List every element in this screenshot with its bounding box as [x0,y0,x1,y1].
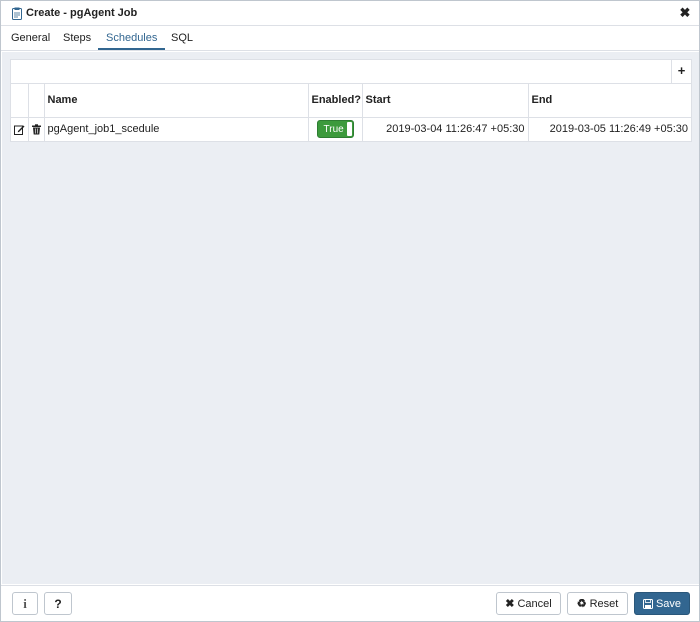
table-row: pgAgent_job1_scedule True 2019-03-04 11:… [11,117,691,141]
edit-column-header [11,84,29,118]
schedules-grid: + Name Enabled? Start End pgAgent_job1_s… [10,59,692,142]
save-button[interactable]: Save [634,592,690,615]
tab-content: + Name Enabled? Start End pgAgent_job1_s… [2,52,699,584]
schedules-table: Name Enabled? Start End pgAgent_job1_sce… [11,84,691,141]
dialog-titlebar: Create - pgAgent Job ✖ [1,1,699,26]
floppy-disk-icon [642,598,653,609]
clipboard-icon [12,7,22,20]
dialog-title: Create - pgAgent Job [26,7,138,19]
add-schedule-button[interactable]: + [671,60,691,83]
schedule-end-cell[interactable]: 2019-03-05 11:26:49 +05:30 [528,117,691,141]
dialog-footer: i ? ✖ Cancel ♻ Reset Save [1,585,699,621]
schedule-name-cell[interactable]: pgAgent_job1_scedule [44,117,309,141]
tab-sql[interactable]: SQL [171,32,193,50]
enabled-toggle-label: True [323,124,344,136]
column-header-end[interactable]: End [528,84,691,118]
column-header-enabled[interactable]: Enabled? [308,84,363,118]
table-header-row: Name Enabled? Start End [11,84,691,118]
delete-column-header [28,84,45,118]
tab-schedules[interactable]: Schedules [98,32,166,50]
help-button[interactable]: ? [44,592,72,615]
reset-label: Reset [589,597,619,610]
tab-steps[interactable]: Steps [63,32,91,50]
grid-toolbar: + [11,60,691,84]
save-label: Save [655,597,682,610]
info-button[interactable]: i [12,592,38,615]
toggle-knob [346,122,352,137]
column-header-start[interactable]: Start [362,84,529,118]
reset-button[interactable]: ♻ Reset [567,592,628,615]
recycle-icon: ♻ [576,598,587,610]
tab-general[interactable]: General [11,32,50,50]
create-pgagent-job-dialog: Create - pgAgent Job ✖ General Steps Sch… [0,0,700,622]
trash-icon[interactable] [31,124,42,135]
cancel-button[interactable]: ✖ Cancel [496,592,561,615]
close-icon[interactable]: ✖ [679,6,691,20]
delete-cell [28,117,45,141]
column-header-name[interactable]: Name [44,84,309,118]
schedule-enabled-cell: True [308,117,363,141]
enabled-toggle[interactable]: True [316,120,354,139]
tab-bar: General Steps Schedules SQL [1,27,699,51]
edit-cell [11,117,29,141]
schedule-start-cell[interactable]: 2019-03-04 11:26:47 +05:30 [362,117,529,141]
cancel-label: Cancel [517,597,552,610]
x-icon: ✖ [505,598,515,610]
info-icon: i [23,595,27,611]
help-icon: ? [54,596,62,611]
edit-icon[interactable] [13,124,25,135]
